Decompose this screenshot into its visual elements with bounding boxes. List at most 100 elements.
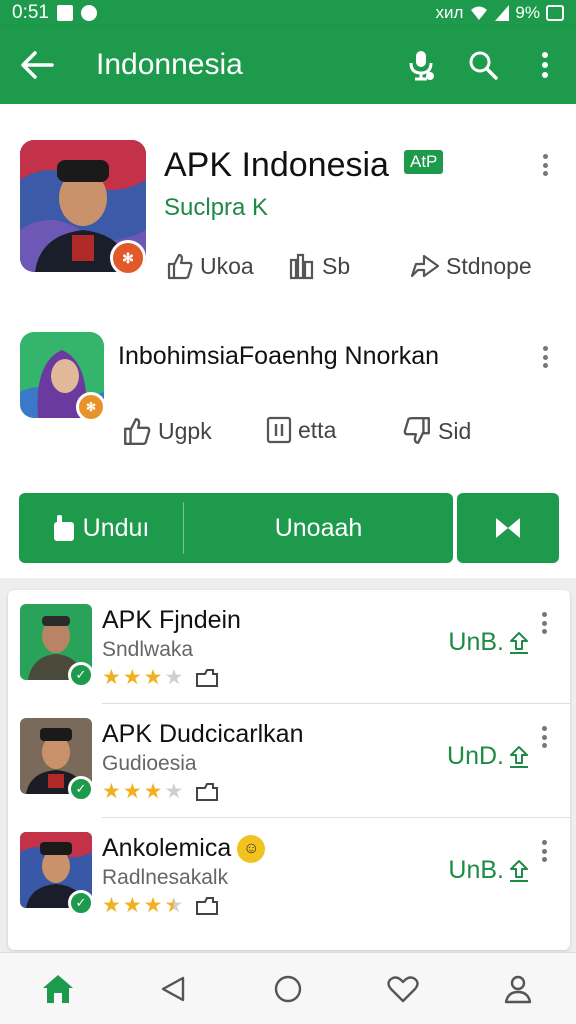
list-item-action-label: UnD. [447,742,504,770]
list-item[interactable]: ✓ APK Dudcicarlkan Gudioesia ★ ★ ★ ★ UnD… [8,704,570,818]
battery-percent: 9% [515,3,540,22]
verified-icon: ✓ [68,662,94,688]
list-item-name: APK Fjndein [102,606,241,634]
app-menu-button[interactable] [533,150,557,180]
tag-icon [196,669,219,687]
star-empty-icon: ★ [164,665,184,689]
second-stat-pause[interactable]: etta [266,416,336,444]
nav-profile[interactable] [461,953,576,1024]
smiley-icon: ☺ [237,835,266,864]
share-icon [410,254,440,278]
star-icon: ★ [143,779,163,803]
play-skip-icon [496,518,520,538]
rating-stars: ★ ★ ★ ★ [102,894,219,916]
app-bar: Indonnesia [0,26,576,104]
search-icon [469,51,498,80]
stat-bookmarks[interactable]: Sb [288,252,350,280]
second-stat-pause-label: etta [298,416,337,443]
thumbs-up-icon [167,253,193,280]
second-stat-dislike-label: Sіd [438,417,472,444]
list-item-name: Ankolemica ☺ [102,834,266,864]
second-stat-like-label: Ugpk [158,417,212,444]
star-icon: ★ [122,665,142,689]
more-vert-icon [542,52,548,78]
stat-share-label: Stdnope [446,252,532,279]
star-icon: ★ [122,779,142,803]
list-item-menu-button[interactable] [532,608,556,638]
action-button-row: Unduı Unoaah [19,493,559,563]
nav-favorites[interactable] [346,953,461,1024]
library-icon [289,253,314,280]
share-up-icon [510,631,528,654]
back-button[interactable] [0,26,74,104]
app-title: APK Indonesia [164,146,389,184]
overflow-menu-button[interactable] [514,26,576,104]
share-up-icon [510,745,528,768]
stat-share[interactable]: Stdnope [410,252,532,280]
list-item-action[interactable]: UnB. [448,628,530,657]
profile-icon [505,975,532,1003]
second-app-menu-button[interactable] [533,342,557,372]
media-button[interactable] [457,493,559,563]
signal-label: хил [435,3,464,22]
battery-icon [546,5,564,21]
second-stat-dislike[interactable]: Sіd [402,416,471,446]
list-item-action[interactable]: UnD. [447,742,530,771]
page-title: Indonnesia [96,48,243,81]
download-label: Unduı [82,513,150,542]
star-icon: ★ [102,893,121,917]
stat-like[interactable]: Ukoa [166,252,254,280]
nav-home-circle[interactable] [230,953,345,1024]
nav-back[interactable] [115,953,230,1024]
nav-home[interactable] [0,953,115,1024]
primary-action-button: Unduı Unoaah [19,493,453,563]
verified-icon: ✓ [68,890,94,916]
list-item-subtitle: Radlnesakalk [102,866,229,889]
developer-link[interactable]: Suclpra K [164,194,268,222]
tag-icon [196,897,219,915]
verified-icon: ✓ [68,776,94,802]
list-item-name: APK Dudcicarlkan [102,720,304,748]
tag-icon [196,783,219,801]
rating-stars: ★ ★ ★ ★ [102,780,219,802]
rating-stars: ★ ★ ★ ★ [102,666,219,688]
list-item-action[interactable]: UnB. [448,856,530,885]
list-item[interactable]: ✓ APK Fjndein Sndlwaka ★ ★ ★ ★ UnB. [8,590,570,704]
list-item[interactable]: ✓ Ankolemica ☺ Radlnesakalk ★ ★ ★ ★ UnB. [8,818,570,932]
star-empty-icon: ★ [164,779,184,803]
stat-bookmarks-label: Sb [322,252,351,279]
list-item-action-label: UnB. [448,856,504,884]
second-stat-like[interactable]: Ugpk [122,416,212,446]
stat-like-label: Ukoa [200,252,254,279]
mic-icon [409,51,434,81]
app-badge-icon: ✻ [110,240,146,276]
install-button[interactable]: Unoaah [184,514,453,543]
home-icon [42,974,73,1003]
star-icon: ★ [102,665,121,689]
share-up-icon [510,859,528,882]
wifi-icon [471,6,488,20]
search-button[interactable] [452,26,514,104]
star-icon: ★ [143,665,163,689]
second-app-badge-icon: ✻ [76,392,106,422]
download-button[interactable]: Unduı [19,493,183,563]
hand-icon [53,515,74,541]
voice-search-button[interactable] [390,26,452,104]
list-item-menu-button[interactable] [532,836,556,866]
pause-icon [266,416,292,444]
status-bar: 0:51 хил 9% [0,0,576,26]
list-item-menu-button[interactable] [532,722,556,752]
list-item-subtitle: Gudioesia [102,752,197,775]
second-app-title: InbohimsiaFoaenhg Nnorkan [118,342,440,370]
home-circle-icon [274,975,302,1002]
star-icon: ★ [122,893,142,917]
list-item-action-label: UnB. [448,628,504,656]
star-icon: ★ [143,893,163,917]
list-item-subtitle: Sndlwaka [102,638,194,661]
arrow-left-icon [21,51,54,79]
bottom-navigation [0,952,576,1024]
star-icon: ★ [102,779,121,803]
cell-signal-icon [495,5,510,21]
app-notification-icon [80,5,97,21]
heart-icon [387,975,419,1002]
